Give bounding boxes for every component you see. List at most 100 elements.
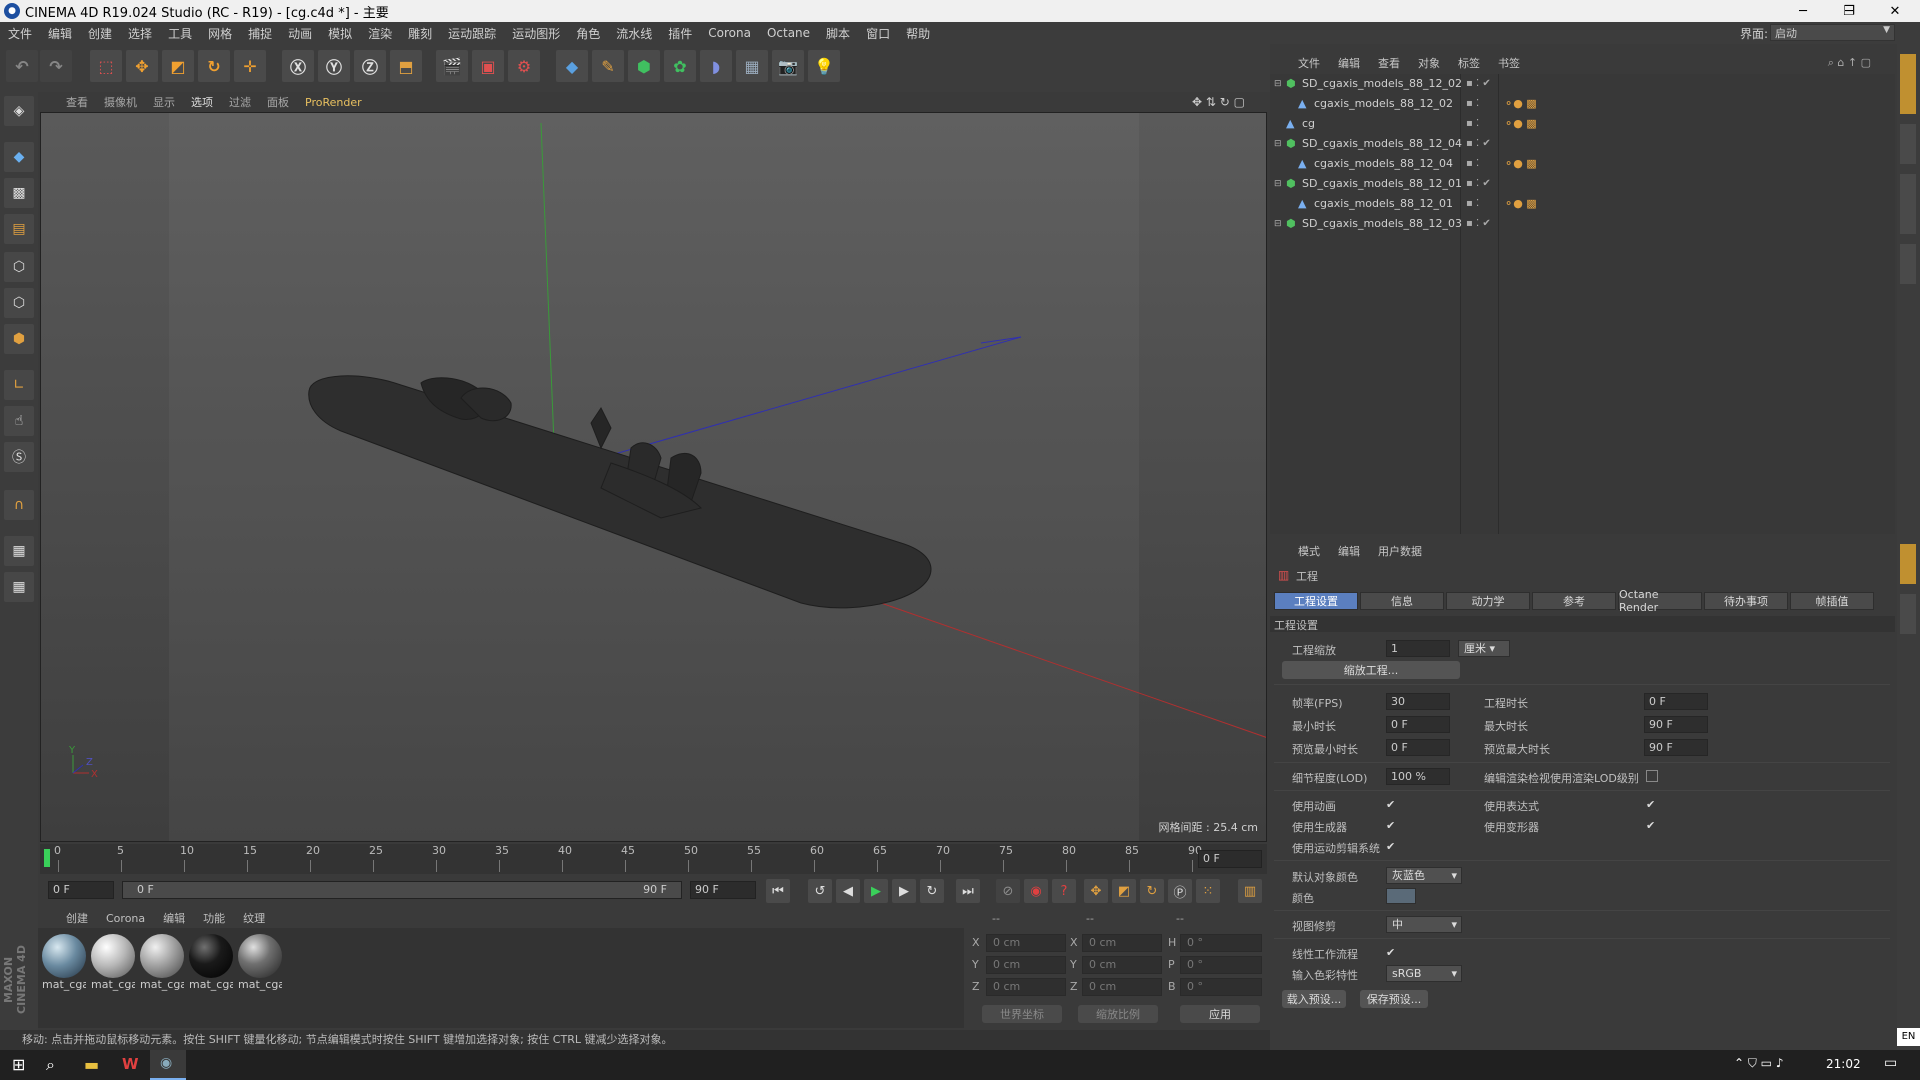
transform-icon[interactable]: ✛: [234, 50, 266, 82]
viewport-menu-cameras[interactable]: 摄像机: [104, 94, 137, 110]
min-time-field[interactable]: 0 F: [1386, 716, 1450, 733]
view-clipping-select[interactable]: 中 ▾: [1386, 916, 1462, 933]
menu-mesh[interactable]: 网格: [208, 25, 232, 42]
position-y-field[interactable]: 0 cm: [986, 956, 1066, 974]
size-z-field[interactable]: 0 cm: [1082, 978, 1162, 996]
magnet-icon[interactable]: ∩: [4, 490, 34, 520]
next-key-icon[interactable]: ↻: [920, 879, 944, 903]
cinema4d-taskbar-button[interactable]: ◉: [150, 1050, 186, 1080]
om-menu-tags[interactable]: 标签: [1458, 55, 1480, 71]
viewport-menu-filter[interactable]: 过滤: [229, 94, 251, 110]
menu-create[interactable]: 创建: [88, 25, 112, 42]
viewport-menu-panel[interactable]: 面板: [267, 94, 289, 110]
om-menu-bookmarks[interactable]: 书签: [1498, 55, 1520, 71]
range-slider[interactable]: 0 F 90 F: [122, 881, 682, 899]
mat-menu-function[interactable]: 功能: [203, 910, 225, 926]
visibility-toggle-icon[interactable]: ▪ ⁚ ✔: [1466, 74, 1491, 94]
tab-project-settings[interactable]: 工程设置: [1274, 592, 1358, 610]
tweak-mode-icon[interactable]: ☝: [4, 406, 34, 436]
dock-tab-attributes[interactable]: [1900, 544, 1916, 584]
object-name[interactable]: SD_cgaxis_models_88_12_04: [1302, 134, 1462, 154]
object-name[interactable]: SD_cgaxis_models_88_12_01: [1302, 174, 1462, 194]
key-rotation-icon[interactable]: ↻: [1140, 879, 1164, 903]
material-item[interactable]: mat_cga: [91, 934, 137, 994]
world-coordinates-select[interactable]: 世界坐标: [982, 1005, 1062, 1023]
load-preset-button[interactable]: 载入预设...: [1282, 990, 1346, 1008]
visibility-toggle-icon[interactable]: ▪ ⁚ ✔: [1466, 134, 1491, 154]
edges-mode-icon[interactable]: ⬡: [4, 288, 34, 318]
menu-corona[interactable]: Corona: [708, 26, 751, 40]
lod-field[interactable]: 100 %: [1386, 768, 1450, 785]
menu-file[interactable]: 文件: [8, 25, 32, 42]
material-item[interactable]: mat_cga: [238, 934, 284, 994]
mat-menu-edit[interactable]: 编辑: [163, 910, 185, 926]
visibility-toggle-icon[interactable]: ▪ ⁚: [1466, 114, 1479, 134]
scale-project-button[interactable]: 缩放工程...: [1282, 661, 1460, 679]
points-mode-icon[interactable]: ⬡: [4, 252, 34, 282]
viewport-nav-icons[interactable]: ✥ ⇅ ↻ ▢: [1192, 95, 1245, 109]
object-name[interactable]: SD_cgaxis_models_88_12_02: [1302, 74, 1462, 94]
project-scale-field[interactable]: 1: [1386, 640, 1450, 657]
notification-icon[interactable]: ▭: [1884, 1055, 1897, 1071]
am-menu-userdata[interactable]: 用户数据: [1378, 543, 1422, 559]
fps-field[interactable]: 30: [1386, 693, 1450, 710]
start-frame-field[interactable]: 0 F: [48, 881, 114, 899]
size-y-field[interactable]: 0 cm: [1082, 956, 1162, 974]
menu-window[interactable]: 窗口: [866, 25, 890, 42]
visibility-toggle-icon[interactable]: ▪ ⁚: [1466, 154, 1479, 174]
tab-key-interpolation[interactable]: 帧插值: [1790, 592, 1874, 610]
om-menu-view[interactable]: 查看: [1378, 55, 1400, 71]
render-settings-icon[interactable]: ⚙: [508, 50, 540, 82]
key-pla-icon[interactable]: ⁙: [1196, 879, 1220, 903]
menu-plugins[interactable]: 插件: [668, 25, 692, 42]
material-tags-icon[interactable]: ⚬● ▩: [1504, 194, 1537, 214]
pen-spline-icon[interactable]: ✎: [592, 50, 624, 82]
deformer-icon[interactable]: ◗: [700, 50, 732, 82]
default-color-select[interactable]: 灰蓝色 ▾: [1386, 867, 1462, 884]
visibility-toggle-icon[interactable]: ▪ ⁚: [1466, 94, 1479, 114]
tab-octane-render[interactable]: Octane Render: [1618, 588, 1702, 614]
am-menu-edit[interactable]: 编辑: [1338, 543, 1360, 559]
object-row[interactable]: ▲ cg ▪ ⁚ ⚬● ▩: [1270, 114, 1895, 134]
menu-character[interactable]: 角色: [576, 25, 600, 42]
rotate-icon[interactable]: ↻: [198, 50, 230, 82]
keyframe-selection-icon[interactable]: ?: [1052, 879, 1076, 903]
timeline-ruler[interactable]: 0 5 10 15 20 25 30 35 40 45 50 55 60 65 70 75 80 85 90 0 F: [40, 844, 1267, 874]
rotation-h-field[interactable]: 0 °: [1180, 934, 1262, 952]
floor-icon[interactable]: ▦: [736, 50, 768, 82]
subdivision-icon[interactable]: ⬢: [628, 50, 660, 82]
polygons-mode-icon[interactable]: ⬢: [4, 324, 34, 354]
previous-frame-icon[interactable]: ◀: [836, 879, 860, 903]
save-preset-button[interactable]: 保存预设...: [1360, 990, 1428, 1008]
play-icon[interactable]: ▶: [864, 879, 888, 903]
menu-edit[interactable]: 编辑: [48, 25, 72, 42]
ime-indicator[interactable]: EN: [1897, 1028, 1920, 1046]
move-icon[interactable]: ✥: [126, 50, 158, 82]
visibility-toggle-icon[interactable]: ▪ ⁚ ✔: [1466, 214, 1491, 234]
max-time-field[interactable]: 90 F: [1644, 716, 1708, 733]
object-name[interactable]: cgaxis_models_88_12_01: [1314, 194, 1453, 214]
render-view-icon[interactable]: 🎬: [436, 50, 468, 82]
live-selection-icon[interactable]: ⬚: [90, 50, 122, 82]
apply-button[interactable]: 应用: [1180, 1005, 1260, 1023]
rotation-b-field[interactable]: 0 °: [1180, 978, 1262, 996]
tray-icons[interactable]: ⌃ ⛉ ▭ ♪: [1734, 1056, 1784, 1071]
viewport-menu-view[interactable]: 查看: [66, 94, 88, 110]
size-x-field[interactable]: 0 cm: [1082, 934, 1162, 952]
material-item[interactable]: mat_cga: [42, 934, 88, 994]
project-scale-unit-select[interactable]: 厘米 ▾: [1458, 640, 1510, 657]
go-to-start-icon[interactable]: ⏮: [766, 879, 790, 903]
tab-todo[interactable]: 待办事项: [1704, 592, 1788, 610]
menu-octane[interactable]: Octane: [767, 26, 810, 40]
close-button[interactable]: ✕: [1872, 0, 1918, 22]
expand-icon[interactable]: ⊟: [1274, 134, 1282, 154]
workplane-icon[interactable]: ▤: [4, 214, 34, 244]
camera-icon[interactable]: 📷: [772, 50, 804, 82]
x-axis-icon[interactable]: Ⓧ: [282, 50, 314, 82]
scale-mode-select[interactable]: 缩放比例: [1078, 1005, 1158, 1023]
visibility-toggle-icon[interactable]: ▪ ⁚ ✔: [1466, 174, 1491, 194]
cube-icon[interactable]: ◆: [556, 50, 588, 82]
material-tags-icon[interactable]: ⚬● ▩: [1504, 114, 1537, 134]
position-z-field[interactable]: 0 cm: [986, 978, 1066, 996]
object-row[interactable]: ⊟ ⬢ SD_cgaxis_models_88_12_01 ▪ ⁚ ✔: [1270, 174, 1895, 194]
